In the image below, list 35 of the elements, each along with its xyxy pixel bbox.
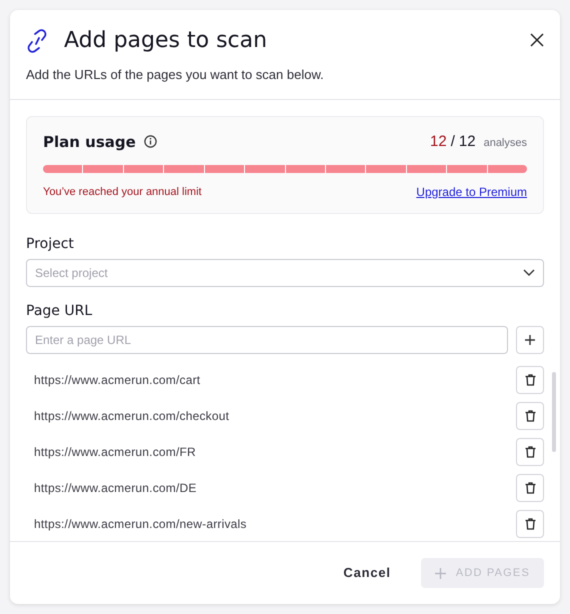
dialog-title: Add pages to scan xyxy=(64,27,268,55)
separator: / xyxy=(450,132,455,152)
trash-icon xyxy=(524,446,536,458)
used-count: 12 xyxy=(430,132,447,152)
info-icon[interactable] xyxy=(144,135,157,148)
limit-warning: You’ve reached your annual limit xyxy=(43,184,202,200)
scrollbar[interactable] xyxy=(552,372,556,452)
trash-icon xyxy=(524,410,536,422)
trash-icon xyxy=(524,374,536,386)
url-text: https://www.acmerun.com/DE xyxy=(34,480,197,497)
link-icon xyxy=(26,28,48,52)
trash-icon xyxy=(524,482,536,494)
url-text: https://www.acmerun.com/new-arrivals xyxy=(34,516,247,533)
plus-icon xyxy=(434,568,446,578)
chevron-down-icon xyxy=(523,269,535,277)
add-url-button[interactable] xyxy=(516,326,544,354)
delete-button[interactable] xyxy=(516,402,544,430)
plan-usage-title: Plan usage xyxy=(43,132,136,152)
total-count: 12 xyxy=(458,132,476,152)
url-text: https://www.acmerun.com/FR xyxy=(34,444,196,461)
unit-label: analyses xyxy=(484,136,527,150)
delete-button[interactable] xyxy=(516,510,544,538)
url-text: https://www.acmerun.com/cart xyxy=(34,372,200,389)
delete-button[interactable] xyxy=(516,366,544,394)
field-label: Page URL xyxy=(26,302,94,321)
delete-button[interactable] xyxy=(516,438,544,466)
trash-icon xyxy=(524,518,536,530)
url-text: https://www.acmerun.com/checkout xyxy=(34,408,230,425)
field-label: Project xyxy=(26,235,75,254)
upgrade-link[interactable]: Upgrade to Premium xyxy=(416,183,527,201)
dialog-subtitle: Add the URLs of the pages you want to scan below. xyxy=(26,66,325,84)
cancel-button[interactable]: Cancel xyxy=(337,562,397,584)
url-input[interactable]: Enter a page URL xyxy=(26,326,508,354)
delete-button[interactable] xyxy=(516,474,544,502)
plus-icon xyxy=(525,335,535,345)
